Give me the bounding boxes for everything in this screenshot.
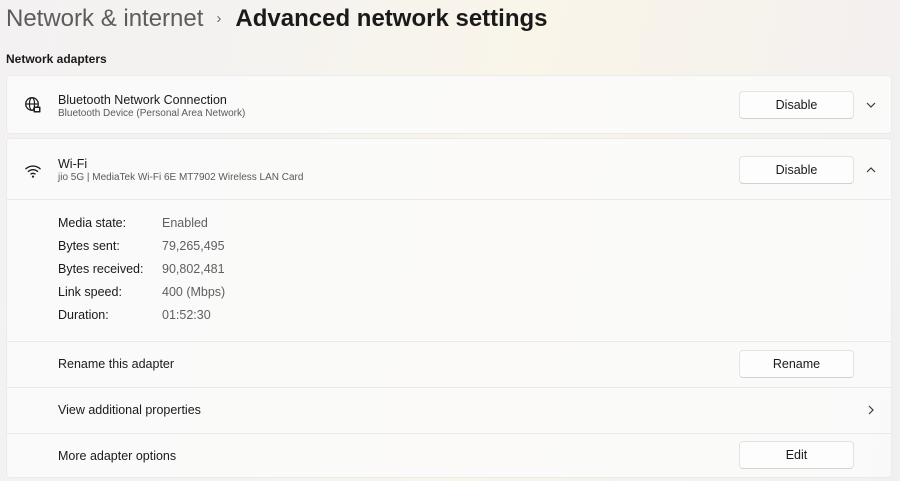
bytes-received-label: Bytes received: bbox=[58, 262, 144, 276]
adapter-name: Wi-Fi bbox=[58, 157, 88, 171]
adapter-card-wifi: Wi-Fi jio 5G | MediaTek Wi-Fi 6E MT7902 … bbox=[6, 138, 892, 478]
view-additional-properties-row[interactable]: View additional properties bbox=[7, 388, 891, 433]
adapter-header-bluetooth[interactable]: Bluetooth Network Connection Bluetooth D… bbox=[7, 76, 891, 133]
view-additional-properties-label: View additional properties bbox=[58, 403, 201, 417]
duration-value: 01:52:30 bbox=[162, 308, 211, 322]
chevron-right-icon bbox=[863, 402, 879, 418]
page-title: Advanced network settings bbox=[235, 5, 548, 32]
media-state-value: Enabled bbox=[162, 216, 208, 230]
link-speed-label: Link speed: bbox=[58, 285, 122, 299]
breadcrumb-parent-link[interactable]: Network & internet bbox=[6, 5, 203, 33]
globe-network-icon bbox=[23, 95, 43, 115]
rename-button[interactable]: Rename bbox=[739, 350, 854, 378]
wifi-icon bbox=[23, 161, 43, 181]
disable-wifi-button[interactable]: Disable bbox=[739, 156, 854, 184]
breadcrumb-separator: › bbox=[216, 9, 222, 27]
bytes-sent-value: 79,265,495 bbox=[162, 239, 225, 253]
bytes-received-value: 90,802,481 bbox=[162, 262, 225, 276]
breadcrumb: Network & internet › Advanced network se… bbox=[6, 2, 548, 36]
adapter-text-wifi: Wi-Fi jio 5G | MediaTek Wi-Fi 6E MT7902 … bbox=[58, 157, 303, 184]
chevron-down-icon[interactable] bbox=[863, 97, 879, 113]
disable-bluetooth-button[interactable]: Disable bbox=[739, 91, 854, 119]
adapter-details-panel: Media state: Enabled Bytes sent: 79,265,… bbox=[7, 200, 891, 341]
adapter-name: Bluetooth Network Connection bbox=[58, 93, 227, 107]
adapter-header-wifi[interactable]: Wi-Fi jio 5G | MediaTek Wi-Fi 6E MT7902 … bbox=[7, 139, 891, 199]
adapter-text-bluetooth: Bluetooth Network Connection Bluetooth D… bbox=[58, 93, 245, 120]
rename-adapter-row: Rename this adapter Rename bbox=[7, 342, 891, 387]
adapter-card-bluetooth: Bluetooth Network Connection Bluetooth D… bbox=[6, 75, 892, 134]
adapter-properties-list: Media state: Enabled Bytes sent: 79,265,… bbox=[58, 215, 225, 330]
bytes-sent-label: Bytes sent: bbox=[58, 239, 120, 253]
adapter-description: jio 5G | MediaTek Wi-Fi 6E MT7902 Wirele… bbox=[58, 172, 304, 183]
duration-label: Duration: bbox=[58, 308, 109, 322]
adapter-description: Bluetooth Device (Personal Area Network) bbox=[58, 108, 246, 119]
section-heading-network-adapters: Network adapters bbox=[6, 52, 107, 66]
rename-adapter-label: Rename this adapter bbox=[58, 357, 175, 371]
edit-button[interactable]: Edit bbox=[739, 441, 854, 469]
chevron-up-icon[interactable] bbox=[863, 162, 879, 178]
more-adapter-options-label: More adapter options bbox=[58, 449, 177, 463]
more-adapter-options-row: More adapter options Edit bbox=[7, 434, 891, 478]
media-state-label: Media state: bbox=[58, 216, 127, 230]
link-speed-value: 400 (Mbps) bbox=[162, 285, 226, 299]
